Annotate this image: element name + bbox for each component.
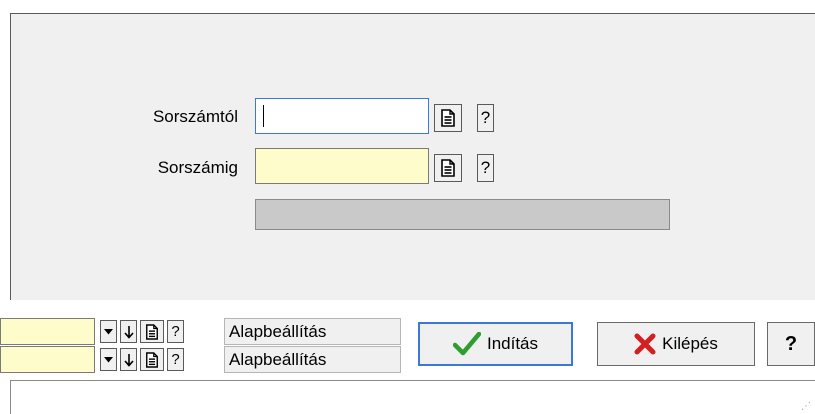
status-area: ⋰ — [10, 380, 815, 414]
document-icon — [146, 351, 158, 368]
checkmark-icon — [452, 332, 481, 356]
sort-down-button-1[interactable] — [120, 320, 137, 343]
dropdown-button-2[interactable] — [100, 348, 117, 371]
chevron-down-icon — [104, 356, 113, 362]
from-label: Sorszámtól — [152, 107, 238, 126]
close-icon — [634, 333, 656, 355]
document-button-1[interactable] — [140, 320, 164, 343]
help-button[interactable]: ? — [767, 322, 815, 366]
resize-grip-icon[interactable]: ⋰ — [801, 401, 811, 412]
arrow-down-icon — [123, 325, 134, 339]
start-button[interactable]: Indítás — [418, 322, 573, 366]
sort-down-button-2[interactable] — [120, 348, 137, 371]
exit-button[interactable]: Kilépés — [597, 322, 755, 366]
document-icon — [146, 323, 158, 340]
from-select-button[interactable] — [434, 104, 462, 132]
to-field[interactable] — [255, 148, 429, 184]
from-help-button[interactable]: ? — [477, 104, 494, 132]
to-help-button[interactable]: ? — [477, 154, 494, 182]
document-icon — [441, 159, 455, 177]
preset-combo-2[interactable] — [0, 346, 95, 373]
exit-button-label: Kilépés — [662, 334, 718, 353]
preset-label-2: Alapbeállítás — [224, 346, 401, 373]
preset-label-1: Alapbeállítás — [224, 318, 401, 345]
to-label: Sorszámig — [157, 158, 238, 177]
text-caret — [263, 105, 264, 127]
progress-bar — [255, 199, 670, 230]
dropdown-button-1[interactable] — [100, 320, 117, 343]
help-button-row-2[interactable]: ? — [167, 348, 184, 371]
document-button-2[interactable] — [140, 348, 164, 371]
help-button-row-1[interactable]: ? — [167, 320, 184, 343]
document-icon — [441, 109, 455, 127]
to-select-button[interactable] — [434, 154, 462, 182]
from-field[interactable] — [255, 98, 429, 134]
chevron-down-icon — [104, 328, 113, 334]
arrow-down-icon — [123, 353, 134, 367]
start-button-label: Indítás — [486, 334, 539, 353]
preset-combo-1[interactable] — [0, 318, 95, 345]
